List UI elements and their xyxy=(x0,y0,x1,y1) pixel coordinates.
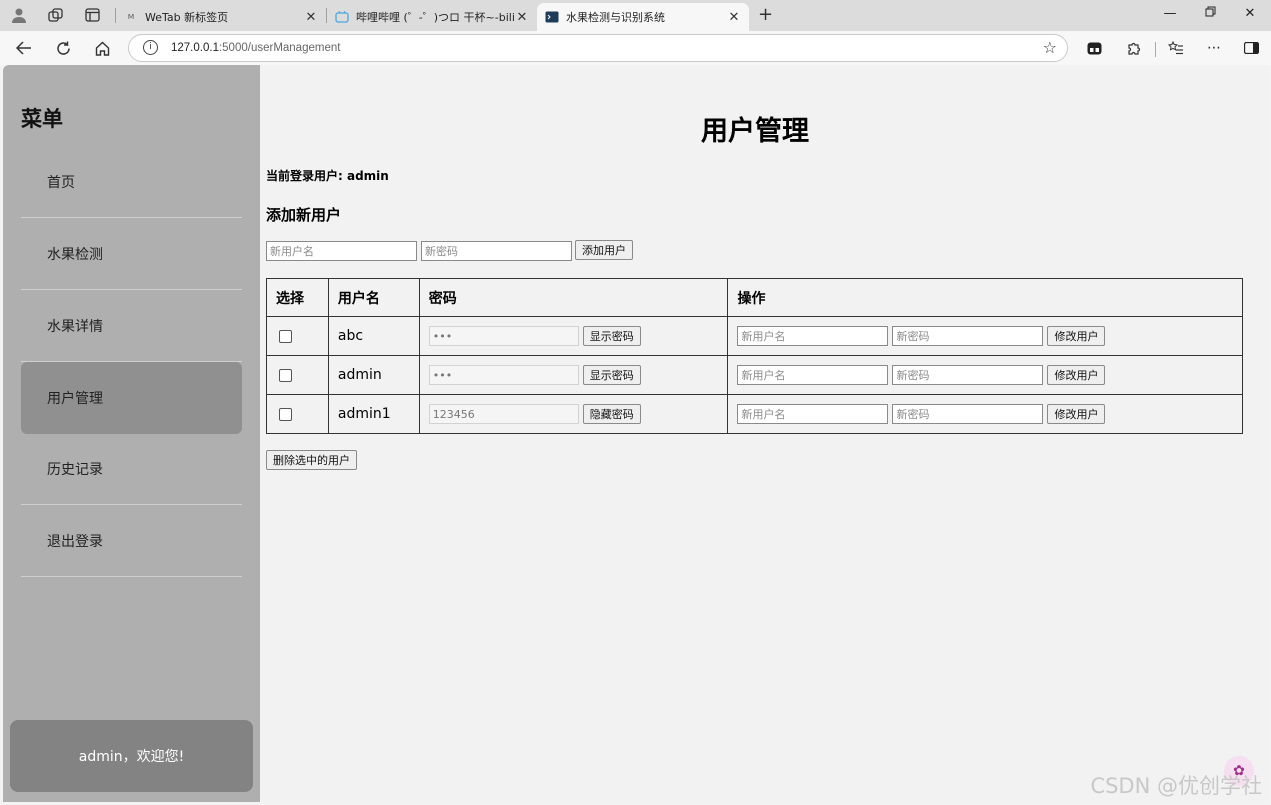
browser-tab-bar: ᴍ WeTab 新标签页 ✕ 哔哩哔哩 (゜-゜)つロ 干杯~-bilibili… xyxy=(0,0,1271,31)
tab-actions-icon[interactable] xyxy=(81,5,103,25)
address-bar[interactable]: i 127.0.0.1:5000/userManagement ☆ xyxy=(128,34,1068,62)
page-title: 用户管理 xyxy=(701,116,809,147)
sidebar-item-fruit-details[interactable]: 水果详情 xyxy=(21,290,242,362)
wetab-favicon-icon: ᴍ xyxy=(127,12,135,22)
username-cell: abc xyxy=(327,316,420,356)
back-icon[interactable] xyxy=(13,37,35,59)
extensions-puzzle-icon[interactable] xyxy=(1123,38,1143,58)
tab-title: 哔哩哔哩 (゜-゜)つロ 干杯~-bilibili xyxy=(356,11,515,24)
minimize-icon[interactable]: — xyxy=(1160,6,1180,21)
password-field[interactable] xyxy=(428,404,579,424)
row-select-checkbox[interactable] xyxy=(279,329,292,343)
toggle-password-button[interactable]: 隐藏密码 xyxy=(582,404,641,424)
favorites-icon[interactable] xyxy=(1166,38,1186,58)
current-user-label: 当前登录用户: admin xyxy=(266,169,389,183)
modify-user-button[interactable]: 修改用户 xyxy=(1047,326,1106,346)
url-host: 127.0.0.1 xyxy=(171,42,219,54)
tab-title: WeTab 新标签页 xyxy=(145,11,229,24)
browser-toolbar: i 127.0.0.1:5000/userManagement ☆ ⋯ xyxy=(0,31,1271,65)
tab-wetab[interactable]: ᴍ WeTab 新标签页 ✕ xyxy=(116,3,326,31)
table-row: abc 显示密码 修改用户 xyxy=(266,316,1243,356)
new-password-input[interactable] xyxy=(421,241,572,261)
sidebar: 菜单 首页 水果检测 水果详情 用户管理 历史记录 退出登录 admin，欢迎您… xyxy=(3,65,260,802)
sidebar-toggle-icon[interactable] xyxy=(1241,38,1261,58)
sidebar-item-home[interactable]: 首页 xyxy=(21,146,242,218)
add-user-heading: 添加新用户 xyxy=(266,206,342,224)
toggle-password-button[interactable]: 显示密码 xyxy=(582,326,641,346)
close-window-icon[interactable]: ✕ xyxy=(1240,6,1260,21)
tab-title: 水果检测与识别系统 xyxy=(566,11,665,24)
new-tab-icon[interactable]: + xyxy=(758,4,773,25)
main-content: 用户管理 当前登录用户: admin 添加新用户 添加用户 选择 用户名 密码 … xyxy=(260,65,1268,802)
menu-title: 菜单 xyxy=(21,107,63,131)
sidebar-item-logout[interactable]: 退出登录 xyxy=(21,505,242,577)
password-field[interactable] xyxy=(428,326,579,346)
site-info-icon[interactable]: i xyxy=(143,40,158,55)
page-viewport: 菜单 首页 水果检测 水果详情 用户管理 历史记录 退出登录 admin，欢迎您… xyxy=(3,65,1268,802)
bilibili-favicon-icon xyxy=(335,11,349,23)
edit-username-input[interactable] xyxy=(737,404,889,424)
table-header-row: 选择 用户名 密码 操作 xyxy=(266,278,1243,317)
favorite-star-icon[interactable]: ☆ xyxy=(1043,38,1057,57)
table-row: admin 显示密码 修改用户 xyxy=(266,355,1243,395)
close-tab-icon[interactable]: ✕ xyxy=(515,10,529,25)
header-select: 选择 xyxy=(266,278,329,317)
tab-fruit-system[interactable]: 水果检测与识别系统 ✕ xyxy=(537,3,749,31)
users-table: 选择 用户名 密码 操作 abc 显示密码 xyxy=(266,278,1243,434)
home-icon[interactable] xyxy=(91,37,113,59)
sidebar-item-fruit-detection[interactable]: 水果检测 xyxy=(21,218,242,290)
header-actions: 操作 xyxy=(727,278,1243,317)
sidebar-item-user-management[interactable]: 用户管理 xyxy=(21,362,242,434)
username-cell: admin1 xyxy=(327,394,420,434)
edit-password-input[interactable] xyxy=(892,365,1044,385)
delete-selected-button[interactable]: 删除选中的用户 xyxy=(266,450,357,470)
row-select-checkbox[interactable] xyxy=(279,368,292,382)
more-menu-icon[interactable]: ⋯ xyxy=(1204,38,1224,58)
modify-user-button[interactable]: 修改用户 xyxy=(1047,365,1106,385)
password-field[interactable] xyxy=(428,365,579,385)
table-row: admin1 隐藏密码 修改用户 xyxy=(266,394,1243,434)
new-username-input[interactable] xyxy=(266,241,417,261)
watermark: CSDN @优创学社 xyxy=(1090,774,1262,798)
row-select-checkbox[interactable] xyxy=(279,407,292,421)
edit-username-input[interactable] xyxy=(737,326,889,346)
refresh-icon[interactable] xyxy=(52,37,74,59)
header-username: 用户名 xyxy=(327,278,420,317)
tab-bilibili[interactable]: 哔哩哔哩 (゜-゜)つロ 干杯~-bilibili ✕ xyxy=(327,3,537,31)
welcome-banner: admin，欢迎您! xyxy=(10,720,253,792)
header-password: 密码 xyxy=(418,278,729,317)
edit-password-input[interactable] xyxy=(892,326,1044,346)
edit-username-input[interactable] xyxy=(737,365,889,385)
edit-password-input[interactable] xyxy=(892,404,1044,424)
workspaces-icon[interactable] xyxy=(44,5,66,25)
close-tab-icon[interactable]: ✕ xyxy=(304,10,318,25)
url-path: :5000/userManagement xyxy=(218,42,341,54)
sidebar-item-history[interactable]: 历史记录 xyxy=(21,433,242,505)
close-tab-icon[interactable]: ✕ xyxy=(727,10,741,25)
extension-icon[interactable] xyxy=(1084,38,1104,58)
restore-icon[interactable] xyxy=(1200,6,1220,21)
toggle-password-button[interactable]: 显示密码 xyxy=(582,365,641,385)
profile-icon[interactable] xyxy=(8,5,30,25)
terminal-favicon-icon xyxy=(545,11,559,23)
username-cell: admin xyxy=(327,355,420,395)
add-user-button[interactable]: 添加用户 xyxy=(575,240,633,260)
modify-user-button[interactable]: 修改用户 xyxy=(1047,404,1106,424)
